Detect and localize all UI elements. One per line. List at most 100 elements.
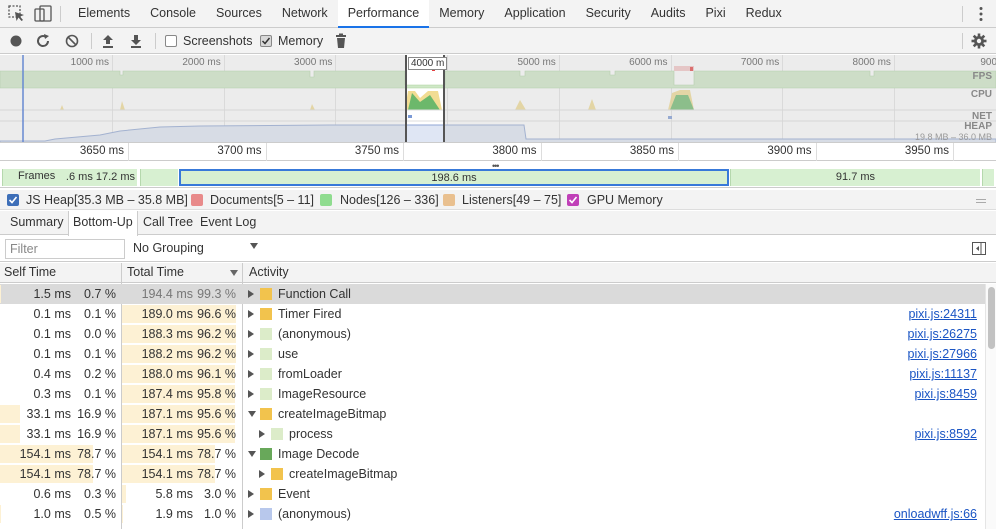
table-row[interactable]: 0.4 ms 0.2 % 188.0 ms 96.1 % fromLoader pixi.… <box>0 364 985 384</box>
self-time-header[interactable]: Self Time <box>0 263 56 283</box>
self-time-value: 154.1 ms <box>19 447 71 461</box>
table-row[interactable]: 154.1 ms 78.7 % 154.1 ms 78.7 % Image Decode <box>0 444 985 464</box>
frame-block[interactable] <box>982 169 994 186</box>
self-time-value: 154.1 ms <box>19 467 71 481</box>
checkmark-icon <box>568 196 578 204</box>
filter-input[interactable] <box>5 239 125 259</box>
expand-triangle-icon[interactable] <box>248 350 254 358</box>
total-time-percent: 96.6 % <box>197 307 236 321</box>
overview-tick-label: 8000 ms <box>852 57 891 68</box>
screenshots-checkbox[interactable] <box>165 35 177 47</box>
device-toolbar-icon[interactable] <box>34 5 52 23</box>
tab-elements[interactable]: Elements <box>68 0 140 28</box>
scrollbar-thumb[interactable] <box>988 287 995 349</box>
total-time-percent: 95.6 % <box>197 427 236 441</box>
gpu-memory-checkbox[interactable] <box>567 194 579 206</box>
expand-triangle-icon[interactable] <box>248 290 254 298</box>
ruler-grid-line <box>403 143 404 161</box>
tab-event-log[interactable]: Event Log <box>196 211 260 235</box>
source-link[interactable]: pixi.js:24311 <box>908 304 977 324</box>
tab-performance[interactable]: Performance <box>337 0 430 28</box>
table-row[interactable]: 1.0 ms 0.5 % 1.9 ms 1.0 % (anonymous) onloadw… <box>0 504 985 524</box>
expand-triangle-icon[interactable] <box>248 390 254 398</box>
tab-security[interactable]: Security <box>576 0 641 28</box>
panel-resize-grip-icon[interactable] <box>976 199 986 203</box>
frame-block[interactable]: 91.7 ms <box>730 169 980 186</box>
grouping-select[interactable]: No Grouping <box>133 241 263 255</box>
clear-icon[interactable] <box>64 33 80 49</box>
record-icon[interactable] <box>8 33 24 49</box>
documents-checkbox[interactable] <box>191 194 203 206</box>
source-link[interactable]: pixi.js:8592 <box>914 424 977 444</box>
table-row[interactable]: 33.1 ms 16.9 % 187.1 ms 95.6 % process pixi.j… <box>0 424 985 444</box>
nodes-checkbox[interactable] <box>320 194 332 206</box>
listeners-checkbox[interactable] <box>443 194 455 206</box>
collect-garbage-icon[interactable] <box>333 33 349 49</box>
activity-name: ImageResource <box>278 387 367 401</box>
ruler-grid-line <box>815 143 817 161</box>
table-row[interactable]: 0.1 ms 0.1 % 188.2 ms 96.2 % use pixi.js:2796… <box>0 344 985 364</box>
timeline-overview[interactable]: 1000 ms 2000 ms 3000 ms 4000 m 5000 ms 6000 m… <box>0 55 996 143</box>
js-heap-checkbox[interactable] <box>7 194 19 206</box>
tab-audits[interactable]: Audits <box>641 0 696 28</box>
performance-toolbar: Screenshots Memory <box>0 28 996 54</box>
self-time-percent: 0.3 % <box>84 487 116 501</box>
total-time-value: 187.1 ms <box>141 407 193 421</box>
expand-triangle-icon[interactable] <box>248 330 254 338</box>
table-row[interactable]: 0.6 ms 0.3 % 5.8 ms 3.0 % Event <box>0 484 985 504</box>
filter-toolbar: No Grouping <box>0 236 996 262</box>
tab-console[interactable]: Console <box>140 0 206 28</box>
tab-bottom-up[interactable]: Bottom-Up <box>68 211 138 236</box>
source-link[interactable]: onloadwff.js:66 <box>894 504 977 524</box>
gpu-memory-label: GPU Memory <box>587 193 663 207</box>
memory-checkbox[interactable] <box>260 35 272 47</box>
tab-memory[interactable]: Memory <box>429 0 494 28</box>
frame-block-selected[interactable]: 198.6 ms <box>179 169 729 186</box>
collapse-triangle-icon[interactable] <box>248 411 256 417</box>
expand-triangle-icon[interactable] <box>259 430 265 438</box>
activity-name: Timer Fired <box>278 307 342 321</box>
activity-name: (anonymous) <box>278 507 351 521</box>
expand-triangle-icon[interactable] <box>248 510 254 518</box>
activity-name: createImageBitmap <box>278 407 387 421</box>
table-scrollbar[interactable] <box>985 284 996 529</box>
load-profile-icon[interactable] <box>100 33 116 49</box>
tab-call-tree[interactable]: Call Tree <box>139 211 197 235</box>
activity-header[interactable]: Activity <box>245 263 289 283</box>
expand-triangle-icon[interactable] <box>248 310 254 318</box>
inspect-element-icon[interactable] <box>8 5 26 23</box>
total-time-header[interactable]: Total Time <box>123 263 184 283</box>
save-profile-icon[interactable] <box>128 33 144 49</box>
table-row[interactable]: 1.5 ms 0.7 % 194.4 ms 99.3 % Function Call <box>0 284 985 304</box>
tab-pixi[interactable]: Pixi <box>695 0 735 28</box>
heap-range-label: 19.8 MB – 36.0 MB <box>914 132 992 142</box>
activity-name: fromLoader <box>278 367 342 381</box>
table-row[interactable]: 0.3 ms 0.1 % 187.4 ms 95.8 % ImageResource pi… <box>0 384 985 404</box>
capture-settings-gear-icon[interactable] <box>971 33 987 49</box>
table-row[interactable]: 33.1 ms 16.9 % 187.1 ms 95.6 % createImageBi… <box>0 404 985 424</box>
source-link[interactable]: pixi.js:26275 <box>908 324 978 344</box>
tab-sources[interactable]: Sources <box>206 0 272 28</box>
source-link[interactable]: pixi.js:27966 <box>908 344 978 364</box>
expand-triangle-icon[interactable] <box>259 470 265 478</box>
frame-block[interactable] <box>140 169 178 186</box>
listeners-label: Listeners[49 – 75] <box>462 193 562 207</box>
collapse-triangle-icon[interactable] <box>248 451 256 457</box>
expand-triangle-icon[interactable] <box>248 370 254 378</box>
tab-summary[interactable]: Summary <box>6 211 67 235</box>
table-row[interactable]: 0.1 ms 0.1 % 189.0 ms 96.6 % Timer Fired pixi… <box>0 304 985 324</box>
reload-record-icon[interactable] <box>35 33 51 49</box>
toggle-sidebar-icon[interactable] <box>972 242 986 255</box>
ruler-grid-line <box>953 143 954 161</box>
expand-triangle-icon[interactable] <box>248 490 254 498</box>
documents-label: Documents[5 – 11] <box>210 193 314 207</box>
tab-redux[interactable]: Redux <box>736 0 792 28</box>
table-row[interactable]: 154.1 ms 78.7 % 154.1 ms 78.7 % createImageB… <box>0 464 985 484</box>
tab-application[interactable]: Application <box>494 0 575 28</box>
more-options-icon[interactable] <box>978 6 984 22</box>
toolbar-divider <box>60 6 61 22</box>
table-row[interactable]: 0.1 ms 0.0 % 188.3 ms 96.2 % (anonymous) pixi… <box>0 324 985 344</box>
source-link[interactable]: pixi.js:11137 <box>909 364 977 384</box>
source-link[interactable]: pixi.js:8459 <box>914 384 977 404</box>
tab-network[interactable]: Network <box>272 0 338 28</box>
